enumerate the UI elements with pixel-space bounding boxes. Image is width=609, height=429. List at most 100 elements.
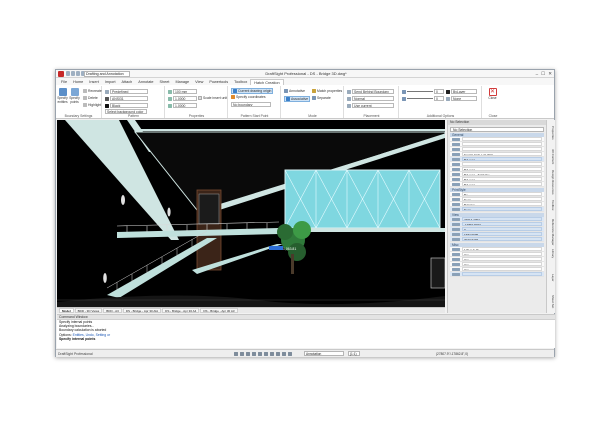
layout-tab[interactable]: DS - Bridge - Apr 30 A4 (162, 308, 200, 313)
close-window-button[interactable]: ✕ (548, 71, 552, 77)
property-value[interactable] (462, 137, 542, 141)
quick-input-icon[interactable] (270, 352, 274, 356)
property-value[interactable]: ByLayer - Solid line (462, 172, 542, 176)
angle-field[interactable]: 100 mm (173, 89, 197, 94)
side-tab[interactable]: Layer (548, 267, 555, 288)
gap-field[interactable]: 0 (434, 96, 444, 101)
separate-toggle[interactable]: Separate (312, 96, 331, 100)
property-row[interactable]: 3043.6493 (450, 237, 544, 242)
no-boundary-select[interactable]: No boundary (231, 102, 271, 107)
property-value[interactable]: 3043.6493 (462, 237, 542, 241)
hatch-entities-icon (58, 88, 67, 96)
close-hatch-button[interactable]: ✕ Close (487, 88, 498, 101)
property-value[interactable]: ByLayer (462, 167, 542, 171)
minimize-button[interactable]: – (536, 72, 539, 77)
property-value[interactable]: None (462, 207, 542, 211)
maximize-button[interactable]: ☐ (541, 71, 545, 77)
layout-tab[interactable]: BDD - A3 (103, 308, 122, 313)
transparency-slider[interactable] (407, 91, 433, 92)
snap-icon[interactable] (234, 352, 238, 356)
side-tab[interactable]: Sheet Set (548, 291, 555, 312)
hatch-points-icon (70, 88, 79, 96)
property-value[interactable]: Yes (462, 262, 542, 266)
open-icon[interactable] (71, 71, 75, 76)
save-icon[interactable] (76, 71, 80, 76)
property-value[interactable]: -17862.8023 (462, 222, 542, 226)
app-logo-icon[interactable] (58, 71, 64, 77)
layout-tab[interactable]: DS - Bridge - Apr 30 A3 (200, 308, 238, 313)
pattern-type-select[interactable]: Predefined (110, 89, 148, 94)
side-tab[interactable]: Design Resources (548, 170, 555, 195)
property-value[interactable]: 1/4" = 1'-0" (462, 247, 542, 251)
property-value[interactable]: ByLayer (462, 182, 542, 186)
highlight-button[interactable]: Highlight (83, 103, 101, 107)
color-select[interactable]: ByLayer (451, 89, 477, 94)
dynamic-ucs-icon[interactable] (288, 352, 292, 356)
new-icon[interactable] (66, 71, 70, 76)
model-space-icon[interactable] (282, 352, 286, 356)
side-tab[interactable]: 3D Content (548, 146, 555, 167)
drawing-canvas[interactable]: 1,063.81 (57, 120, 445, 307)
spacing-field[interactable]: 1.0000 (173, 103, 197, 108)
specify-coordinates-button[interactable]: Specify coordinates (231, 95, 266, 99)
command-prompt[interactable]: Specify internal points (57, 337, 555, 341)
layout-tab[interactable]: DS - Bridge - Apr 30 AIA (122, 308, 162, 313)
etrack-icon[interactable] (264, 352, 268, 356)
side-tab[interactable]: Reference Manager (548, 219, 555, 246)
selection-filter-select[interactable]: No Selection (450, 127, 544, 132)
workspace-select[interactable]: Drafting and Annotation (84, 71, 130, 77)
layout-tab[interactable]: BDD - 3D Views (74, 308, 103, 313)
draw-order-select[interactable]: Send Behind Boundary (352, 89, 394, 94)
esnap-icon[interactable] (258, 352, 262, 356)
scale-field[interactable]: 1.0000 (173, 96, 197, 101)
property-value[interactable] (462, 162, 542, 166)
property-value[interactable]: ByLayer (462, 177, 542, 181)
gap-slider[interactable] (407, 98, 433, 99)
property-value[interactable]: Yes (462, 267, 542, 271)
property-row[interactable]: ByLayer (450, 182, 544, 187)
property-row[interactable] (450, 272, 544, 277)
property-value[interactable] (462, 142, 542, 146)
specify-entities-button[interactable]: Specify entities (57, 88, 68, 104)
associative-toggle[interactable]: Associative (284, 96, 311, 102)
scale-insert-option[interactable]: Scale insert unit (198, 96, 227, 100)
scale-select[interactable]: (1:1) (348, 351, 360, 356)
property-value[interactable]: 0 (462, 227, 542, 231)
match-properties-button[interactable]: Match properties (312, 89, 342, 93)
property-value[interactable]: 1682.9995 (462, 232, 542, 236)
property-value[interactable]: ByLayer (462, 157, 542, 161)
grid-icon[interactable] (240, 352, 244, 356)
side-tab[interactable]: Properties (548, 122, 555, 143)
pattern-color-select[interactable]: Black (110, 103, 148, 108)
pattern-name-select[interactable]: ANSI31 (110, 96, 148, 101)
delete-button[interactable]: Delete (83, 96, 98, 100)
current-drawing-origin-button[interactable]: Current drawing origin (231, 88, 274, 94)
side-tab[interactable]: Library (548, 243, 555, 264)
polar-icon[interactable] (252, 352, 256, 356)
property-value[interactable]: None (462, 197, 542, 201)
property-value[interactable]: By (462, 192, 542, 196)
property-value[interactable]: Small Hatch Left Wall (462, 152, 542, 156)
island-select[interactable]: Normal (352, 96, 394, 101)
side-tab[interactable]: Toolbox (548, 194, 555, 215)
ortho-icon[interactable] (246, 352, 250, 356)
property-value[interactable]: ByColor (462, 202, 542, 206)
cursor-coordinates: (27807.9"/-17862.8",0) (436, 352, 469, 356)
lineweight-icon[interactable] (276, 352, 280, 356)
property-row[interactable]: None (450, 207, 544, 212)
layout-tab-model[interactable]: Model (59, 308, 74, 313)
property-value[interactable] (462, 147, 542, 151)
annotative-toggle[interactable]: Annotative (284, 89, 305, 93)
property-value[interactable] (462, 272, 542, 276)
recreate-button[interactable]: Recreate (83, 89, 102, 93)
property-value[interactable]: Yes (462, 252, 542, 256)
transparency-field[interactable]: 0 (434, 89, 444, 94)
linetype-select[interactable]: None (451, 96, 477, 101)
checkbox-icon (198, 96, 202, 100)
annotation-scale-select[interactable]: Annotation (304, 351, 344, 356)
property-value[interactable]: Yes (462, 257, 542, 261)
layer-select[interactable]: Use current (352, 103, 394, 108)
specify-points-button[interactable]: Specify points (69, 88, 80, 104)
property-value[interactable]: 27614.4092 (462, 217, 542, 221)
person-figure (121, 195, 125, 205)
